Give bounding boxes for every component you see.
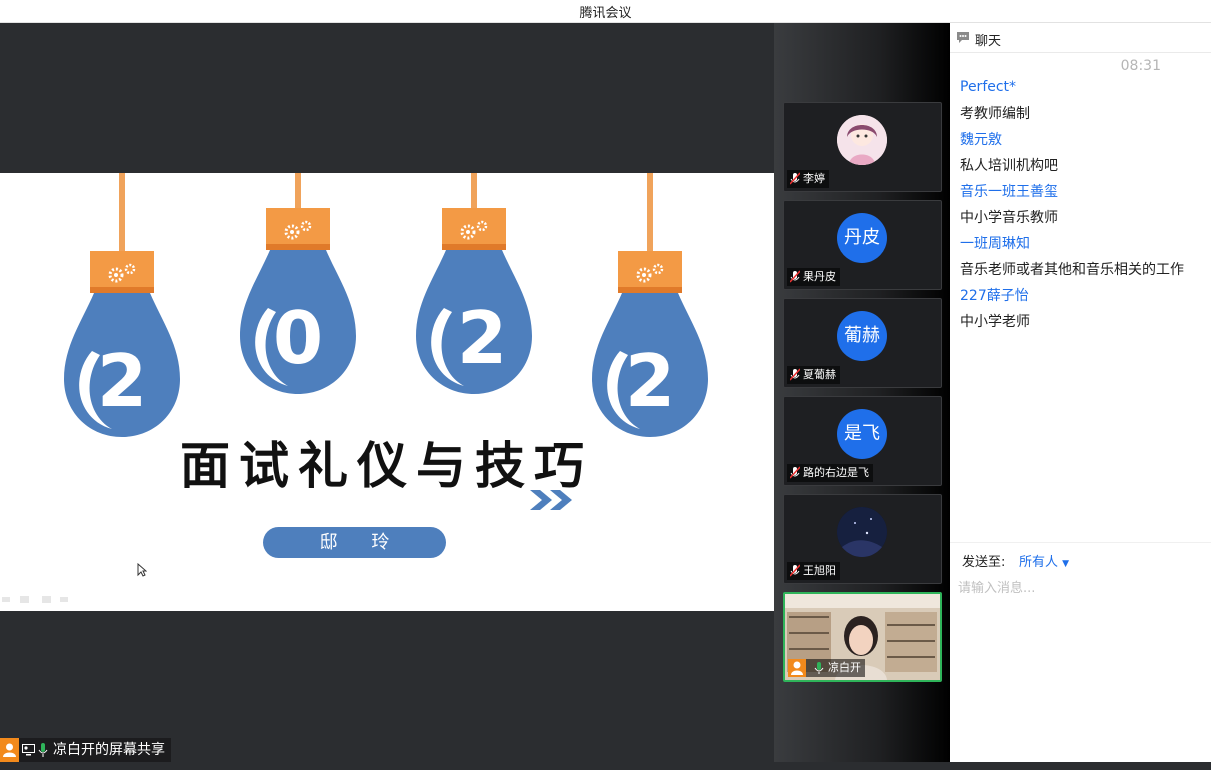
avatar: 葡赫 (837, 311, 887, 361)
participant-tile[interactable]: 葡赫 夏葡赫 (783, 298, 942, 388)
avatar: 丹皮 (837, 213, 887, 263)
bulb-digit: 0 (273, 296, 323, 380)
chat-icon (957, 32, 969, 43)
mic-muted-icon (790, 368, 800, 381)
chat-sender[interactable]: 227薛子怡 (960, 285, 1029, 305)
participant-name: 王旭阳 (787, 562, 840, 580)
menu-icon (42, 596, 51, 603)
participant-tile[interactable]: 李婷 (783, 102, 942, 192)
mouse-cursor-icon (137, 563, 147, 577)
window-title: 腾讯会议 (579, 6, 632, 21)
chat-sender[interactable]: 魏元敫 (960, 129, 1002, 149)
chat-compose: 发送至: 所有人 ▼ (950, 542, 1211, 762)
next-icon (60, 597, 68, 602)
bulb-digit: 2 (97, 339, 147, 423)
avatar: 是飞 (837, 409, 887, 459)
pen-icon (20, 596, 29, 603)
chat-message: 考教师编制 (960, 106, 1030, 122)
mic-on-icon (814, 662, 824, 674)
chat-sender[interactable]: 一班周琳知 (960, 233, 1030, 253)
shared-screen-stage: 2 0 2 2 面试礼仪与技巧 邸 玲 (0, 23, 774, 762)
caret-down-icon: ▼ (1062, 559, 1070, 569)
participant-name: 夏葡赫 (787, 366, 840, 384)
prev-icon (2, 597, 10, 602)
participant-tile[interactable]: 是飞 路的右边是飞 (783, 396, 942, 486)
mic-muted-icon (790, 270, 800, 283)
participant-tile[interactable]: 王旭阳 (783, 494, 942, 584)
screen-share-indicator[interactable]: 凉白开的屏幕共享 (0, 738, 171, 762)
mic-muted-icon (790, 564, 800, 577)
chat-title: 聊天 (975, 34, 1002, 49)
chat-message: 中小学音乐教师 (960, 210, 1058, 226)
participant-name: 果丹皮 (787, 268, 840, 286)
bulb-digit: 2 (625, 339, 675, 423)
chat-header: 聊天 (950, 23, 1211, 53)
chat-input[interactable] (958, 573, 1203, 603)
presenter-name-pill: 邸 玲 (263, 527, 446, 558)
participant-name: 凉白开 (788, 659, 865, 677)
participant-strip: 李婷 丹皮 果丹皮 葡赫 夏葡赫 是飞 路的右边是飞 王旭阳 凉白开 (774, 23, 950, 762)
user-icon (0, 738, 19, 762)
avatar (837, 115, 887, 165)
screen-share-icon (22, 744, 35, 756)
participant-name: 路的右边是飞 (787, 464, 873, 482)
send-to-label: 发送至: (962, 555, 1006, 570)
chat-sender[interactable]: 音乐一班王善玺 (960, 181, 1058, 201)
chat-panel: 聊天 08:31 Perfect* 考教师编制 魏元敫 私人培训机构吧 音乐一班… (950, 23, 1211, 762)
mic-muted-icon (790, 172, 800, 185)
double-chevron-icon (530, 490, 572, 510)
chat-message: 私人培训机构吧 (960, 158, 1058, 174)
mic-muted-icon (790, 466, 800, 479)
participant-tile[interactable]: 丹皮 果丹皮 (783, 200, 942, 290)
avatar (837, 507, 887, 557)
chat-timestamp: 08:31 (1120, 58, 1161, 74)
chat-sender[interactable]: Perfect* (960, 79, 1016, 95)
share-bar-label: 凉白开的屏幕共享 (53, 742, 165, 758)
slide-toolbar[interactable] (2, 593, 72, 607)
participant-name: 李婷 (787, 170, 829, 188)
send-to-dropdown[interactable]: 所有人 ▼ (1019, 551, 1069, 570)
chat-message: 音乐老师或者其他和音乐相关的工作 (960, 262, 1184, 278)
chat-message: 中小学老师 (960, 314, 1030, 330)
mic-on-icon (38, 743, 48, 757)
user-icon (788, 659, 806, 677)
title-bar: 腾讯会议 (0, 0, 1211, 23)
presentation-slide: 2 0 2 2 面试礼仪与技巧 邸 玲 (0, 173, 774, 611)
participant-tile-active[interactable]: 凉白开 (783, 592, 942, 682)
bulb-digit: 2 (457, 296, 507, 380)
